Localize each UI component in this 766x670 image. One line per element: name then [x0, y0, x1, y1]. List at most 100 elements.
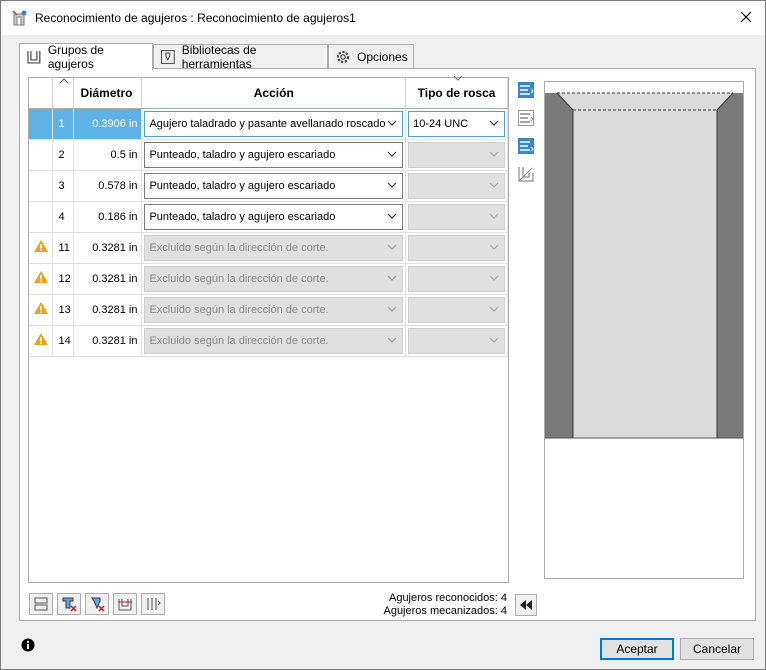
- chevron-down-icon: [489, 244, 499, 250]
- action-value: Punteado, taladro y agujero escariado: [149, 179, 336, 192]
- diameter-cell: 0.5 in: [73, 139, 143, 171]
- warning-cell: [29, 294, 54, 326]
- action-dropdown[interactable]: Excluido según la dirección de corte.: [144, 327, 404, 354]
- dialog-window: Reconocimiento de agujeros : Reconocimie…: [0, 0, 766, 670]
- table-row[interactable]: 2 0.5 in Punteado, taladro y agujero escar…: [29, 139, 508, 171]
- action-column-header[interactable]: Acción: [141, 78, 407, 109]
- collapse-preview-button[interactable]: [515, 594, 537, 616]
- action-value: Excluido según la dirección de corte.: [149, 303, 329, 316]
- id-cell: 11: [52, 232, 75, 264]
- move-down-group-button[interactable]: [515, 135, 537, 157]
- thread-cell: [405, 139, 508, 171]
- thread-cell: [405, 170, 508, 202]
- action-dropdown[interactable]: Excluido según la dirección de corte.: [144, 265, 404, 292]
- feature-pattern-button[interactable]: [515, 163, 537, 185]
- thread-cell: 10-24 UNC: [405, 108, 508, 140]
- id-column-header[interactable]: [52, 78, 75, 109]
- thread-dropdown[interactable]: 10-24 UNC: [408, 110, 505, 137]
- table-row[interactable]: 3 0.578 in Punteado, taladro y agujero esc…: [29, 170, 508, 202]
- remove-group-button[interactable]: [85, 593, 109, 615]
- diameter-column-header[interactable]: Diámetro: [73, 78, 143, 109]
- action-value: Excluido según la dirección de corte.: [149, 334, 329, 347]
- chevron-down-icon: [489, 120, 499, 126]
- table-row[interactable]: 4 0.186 in Punteado, taladro y agujero esc…: [29, 201, 508, 233]
- action-dropdown[interactable]: Punteado, taladro y agujero escariado: [144, 172, 404, 199]
- action-value: Excluido según la dirección de corte.: [149, 241, 329, 254]
- warning-icon: [33, 302, 48, 314]
- action-dropdown[interactable]: Punteado, taladro y agujero escariado: [144, 141, 404, 168]
- chevron-down-icon: [489, 337, 499, 343]
- move-up-group-button[interactable]: [515, 79, 537, 101]
- table-row[interactable]: 12 0.3281 in Excluido según la dirección d…: [29, 263, 508, 295]
- action-dropdown[interactable]: Agujero taladrado y pasante avellanado r…: [144, 110, 404, 137]
- action-dropdown[interactable]: Punteado, taladro y agujero escariado: [144, 203, 404, 230]
- tab-label: Bibliotecas de herramientas: [181, 43, 257, 71]
- thread-cell: [405, 263, 508, 295]
- table-row[interactable]: 14 0.3281 in Excluido según la dirección d…: [29, 325, 508, 357]
- rewind-icon: [520, 600, 532, 610]
- tab-hole-groups[interactable]: Grupos de agujeros: [19, 43, 153, 71]
- thread-dropdown[interactable]: [408, 172, 505, 199]
- thread-cell: [405, 325, 508, 357]
- hole-recognition-icon: [12, 10, 27, 26]
- warning-icon: [33, 333, 48, 345]
- list-move-icon: [518, 110, 534, 126]
- chevron-down-icon: [387, 151, 397, 157]
- chevron-down-icon: [387, 275, 397, 281]
- thread-dropdown[interactable]: [408, 296, 505, 323]
- diameter-cell: 0.186 in: [73, 201, 143, 233]
- ok-button[interactable]: Aceptar: [600, 638, 674, 660]
- action-cell: Excluido según la dirección de corte.: [141, 263, 407, 295]
- warning-cell: [29, 139, 54, 171]
- tab-options[interactable]: Opciones: [328, 44, 414, 69]
- diameter-cell: 0.3281 in: [73, 232, 143, 264]
- chevron-down-icon: [489, 306, 499, 312]
- action-cell: Agujero taladrado y pasante avellanado r…: [141, 108, 407, 140]
- diameter-cell: 0.3281 in: [73, 294, 143, 326]
- cancel-button[interactable]: Cancelar: [680, 638, 754, 660]
- action-dropdown[interactable]: Excluido según la dirección de corte.: [144, 296, 404, 323]
- action-cell: Punteado, taladro y agujero escariado: [141, 139, 407, 171]
- warning-cell: [29, 201, 54, 233]
- warning-cell: [29, 108, 54, 140]
- thread-dropdown[interactable]: [408, 265, 505, 292]
- thread-dropdown[interactable]: [408, 203, 505, 230]
- tab-tool-libraries[interactable]: Bibliotecas de herramientas: [153, 43, 328, 71]
- action-cell: Punteado, taladro y agujero escariado: [141, 170, 407, 202]
- columns-icon: [147, 598, 161, 610]
- hole-group-icon: [27, 51, 41, 64]
- chevron-down-icon: [387, 120, 397, 126]
- diameter-cell: 0.3906 in: [73, 108, 143, 140]
- columns-button[interactable]: [141, 593, 165, 615]
- thread-cell: [405, 294, 508, 326]
- table-row[interactable]: 13 0.3281 in Excluido según la dirección d…: [29, 294, 508, 326]
- action-cell: Excluido según la dirección de corte.: [141, 232, 407, 264]
- tab-label: Grupos de agujeros: [47, 43, 104, 71]
- action-dropdown[interactable]: Excluido según la dirección de corte.: [144, 234, 404, 261]
- thread-column-header[interactable]: Tipo de rosca: [405, 75, 508, 109]
- select-hole-button[interactable]: [29, 593, 53, 615]
- tool-library-icon: [160, 50, 175, 64]
- thread-dropdown[interactable]: [408, 327, 505, 354]
- diameter-cell: 0.3281 in: [73, 263, 143, 295]
- warning-column-header[interactable]: [29, 78, 54, 109]
- action-value: Punteado, taladro y agujero escariado: [149, 210, 336, 223]
- close-button[interactable]: [731, 3, 761, 31]
- action-value: Punteado, taladro y agujero escariado: [149, 148, 336, 161]
- thread-dropdown[interactable]: [408, 141, 505, 168]
- hole-preview: [544, 81, 744, 579]
- hole-profile-icon: [518, 167, 534, 182]
- table-row[interactable]: 1 0.3906 in Agujero taladrado y pasante av…: [29, 108, 508, 140]
- id-cell: 1: [52, 108, 75, 140]
- action-cell: Punteado, taladro y agujero escariado: [141, 201, 407, 233]
- diameter-cell: 0.578 in: [73, 170, 143, 202]
- split-group-button[interactable]: [113, 593, 137, 615]
- remove-tool-button[interactable]: [57, 593, 81, 615]
- id-cell: 3: [52, 170, 75, 202]
- info-icon[interactable]: [21, 638, 35, 652]
- table-row[interactable]: 11 0.3281 in Excluido según la dirección d…: [29, 232, 508, 264]
- warning-cell: [29, 170, 54, 202]
- hole-section-drawing: [545, 92, 743, 439]
- thread-dropdown[interactable]: [408, 234, 505, 261]
- move-group-button[interactable]: [515, 107, 537, 129]
